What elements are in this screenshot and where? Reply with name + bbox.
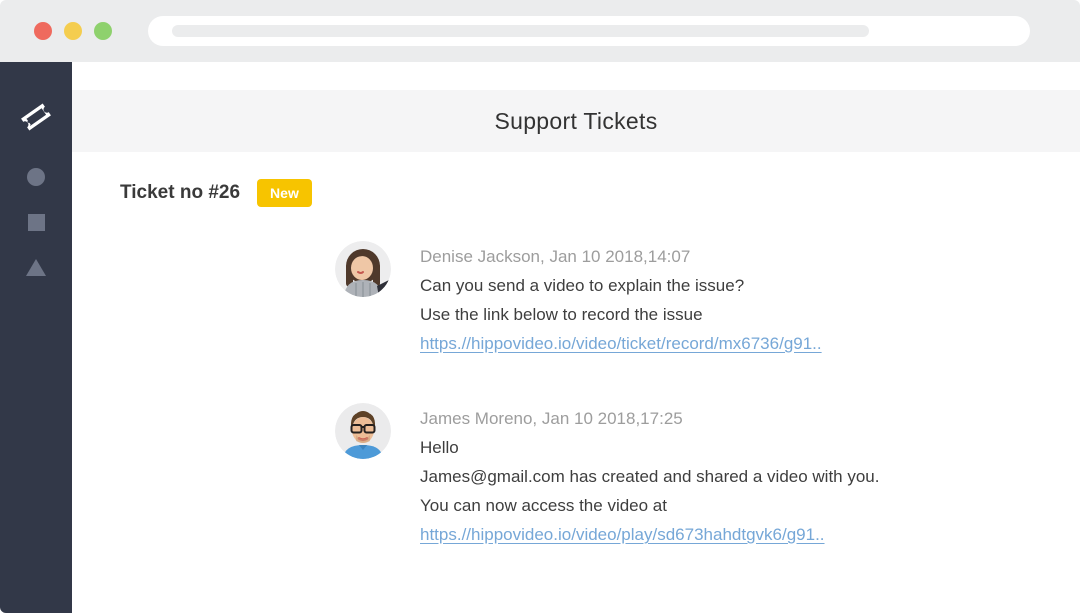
square-icon	[28, 214, 45, 231]
sidebar-item-square[interactable]	[28, 214, 45, 231]
browser-window: Support Tickets Ticket no #26 New	[0, 0, 1080, 613]
sidebar-item-triangle[interactable]	[26, 259, 46, 276]
circle-icon	[27, 168, 45, 186]
video-record-link[interactable]: https.//hippovideo.io/video/ticket/recor…	[420, 329, 822, 358]
message-line: You can now access the video at	[420, 491, 880, 520]
maximize-window-button[interactable]	[94, 22, 112, 40]
address-bar-placeholder	[172, 25, 869, 37]
close-window-button[interactable]	[34, 22, 52, 40]
message-line: Can you send a video to explain the issu…	[420, 271, 822, 300]
sidebar	[0, 62, 72, 613]
content-area: Support Tickets Ticket no #26 New	[72, 62, 1080, 613]
ticket-icon	[18, 99, 54, 140]
page-title: Support Tickets	[494, 108, 657, 135]
avatar-james	[335, 403, 391, 459]
message-james: James Moreno, Jan 10 2018,17:25 Hello Ja…	[335, 403, 1080, 549]
video-play-link[interactable]: https.//hippovideo.io/video/play/sd673ha…	[420, 520, 825, 549]
message-line: Use the link below to record the issue	[420, 300, 822, 329]
ticket-number: Ticket no #26	[120, 182, 240, 204]
message-denise: Denise Jackson, Jan 10 2018,14:07 Can yo…	[335, 241, 1080, 358]
avatar-denise	[335, 241, 391, 297]
ticket-header-row: Ticket no #26 New	[120, 179, 1080, 207]
message-line: Hello	[420, 433, 880, 462]
sidebar-item-circle[interactable]	[27, 168, 45, 186]
message-meta: James Moreno, Jan 10 2018,17:25	[420, 404, 880, 433]
browser-chrome	[0, 0, 1080, 62]
triangle-icon	[26, 259, 46, 276]
minimize-window-button[interactable]	[64, 22, 82, 40]
sidebar-item-tickets[interactable]	[18, 99, 54, 140]
message-meta: Denise Jackson, Jan 10 2018,14:07	[420, 242, 822, 271]
new-badge: New	[257, 179, 312, 207]
message-line: James@gmail.com has created and shared a…	[420, 462, 880, 491]
address-bar[interactable]	[148, 16, 1030, 46]
page-header: Support Tickets	[72, 90, 1080, 152]
